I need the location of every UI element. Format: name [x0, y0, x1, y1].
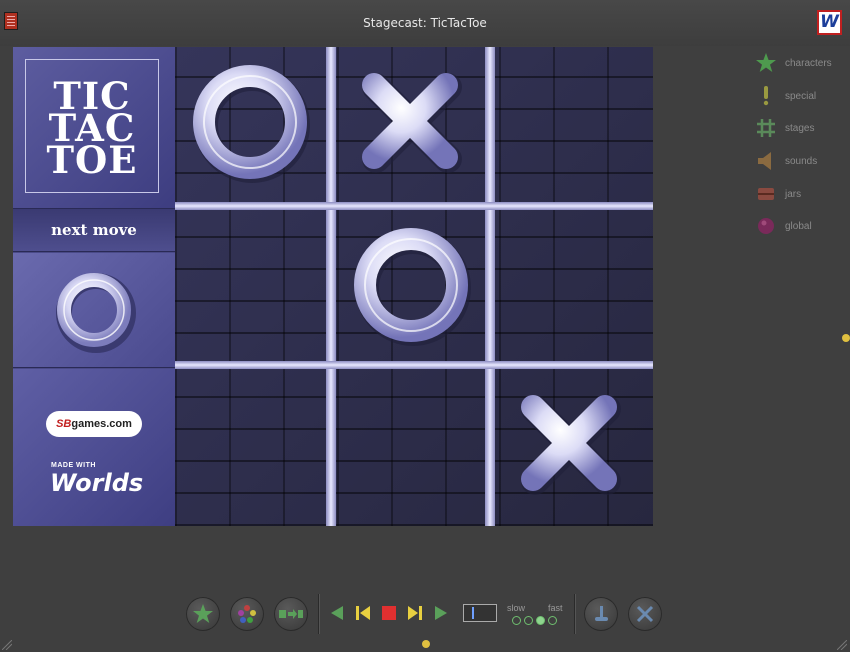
grid-line-v2: [485, 47, 495, 526]
x-piece-icon: [362, 73, 462, 173]
made-with-label: MADE WITH: [51, 462, 96, 469]
speaker-icon: [755, 150, 777, 172]
speed-level-2[interactable]: [524, 616, 533, 625]
sidebar-item-label: jars: [785, 188, 802, 200]
sidebar-item-sounds[interactable]: sounds: [755, 150, 817, 172]
resize-grip-icon[interactable]: [2, 640, 12, 650]
speed-slow-label: slow: [507, 603, 526, 613]
grid-icon: [755, 117, 777, 139]
next-piece-o-icon: [56, 273, 136, 353]
board-cell-3[interactable]: [495, 47, 645, 197]
resize-grip-icon[interactable]: [837, 640, 847, 650]
window-title: Stagecast: TicTacToe: [363, 16, 487, 30]
sidebar-item-global[interactable]: global: [755, 215, 812, 237]
sidebar-item-label: characters: [785, 57, 832, 69]
grid-line-v1: [326, 47, 336, 526]
stop-icon: [382, 606, 396, 620]
branding-panel: SBgames.com MADE WITH Worlds: [13, 369, 175, 526]
speed-fast-label: fast: [548, 603, 563, 613]
left-panel: TIC TAC TOE next move SBgames.com MADE W…: [13, 47, 175, 526]
grid-line-h1: [175, 202, 653, 210]
palette-icon: [238, 605, 256, 623]
speed-level-1[interactable]: [512, 616, 521, 625]
toolbar-separator: [574, 594, 575, 634]
stop-button[interactable]: [379, 603, 399, 623]
vacuum-icon: [595, 606, 608, 621]
globe-icon: [755, 215, 777, 237]
run-backward-button[interactable]: [327, 603, 347, 623]
game-logo: TIC TAC TOE: [13, 47, 175, 209]
board-cell-9[interactable]: [495, 369, 645, 519]
o-piece-icon: [354, 228, 471, 346]
vacuum-button[interactable]: [584, 597, 618, 631]
step-forward-button[interactable]: [405, 603, 425, 623]
board-cell-8[interactable]: [336, 369, 486, 519]
sidebar-item-special[interactable]: special: [755, 85, 816, 107]
play-icon: [435, 606, 447, 620]
logo-line-3: TOE: [46, 138, 138, 182]
sidebar-item-characters[interactable]: characters: [755, 52, 832, 74]
board-cell-7[interactable]: [175, 369, 325, 519]
appearance-editor-button[interactable]: [230, 597, 264, 631]
logo-title: TIC TAC TOE: [26, 78, 158, 182]
logo-frame: TIC TAC TOE: [25, 59, 159, 193]
rule-arrow-icon: [279, 609, 303, 619]
sbgames-logo[interactable]: SBgames.com: [46, 411, 142, 437]
hammer-icon: [636, 605, 654, 623]
exclamation-icon: [755, 85, 777, 107]
board-cell-4[interactable]: [175, 210, 325, 360]
sidebar-item-jars[interactable]: jars: [755, 183, 801, 205]
rule-editor-button[interactable]: [274, 597, 308, 631]
sidebar-item-label: special: [785, 90, 817, 102]
jar-icon: [755, 183, 777, 205]
bottom-scroll-knob[interactable]: [422, 640, 430, 648]
sidebar-item-label: global: [785, 220, 812, 232]
sidebar-item-stages[interactable]: stages: [755, 117, 814, 139]
speed-level-3[interactable]: [536, 616, 545, 625]
sidebar-item-label: stages: [785, 122, 815, 134]
side-scroll-knob[interactable]: [842, 334, 850, 342]
x-piece-icon: [521, 395, 621, 495]
board-cell-2[interactable]: [336, 47, 486, 197]
board-cell-1[interactable]: [175, 47, 325, 197]
new-character-button[interactable]: [186, 597, 220, 631]
hammer-button[interactable]: [628, 597, 662, 631]
worlds-logo: Worlds: [50, 469, 144, 497]
run-button[interactable]: [431, 603, 451, 623]
board-cell-5[interactable]: [336, 210, 486, 360]
worlds-logo-icon[interactable]: W: [817, 10, 842, 35]
frame-counter[interactable]: [463, 604, 497, 622]
grid-line-h2: [175, 361, 653, 369]
speed-level-4[interactable]: [548, 616, 557, 625]
next-move-label: next move: [13, 209, 175, 252]
star-icon: [193, 604, 213, 623]
step-back-button[interactable]: [353, 603, 373, 623]
step-forward-icon: [408, 606, 422, 620]
game-board: [175, 47, 653, 526]
toolbar-separator: [318, 594, 319, 634]
play-reverse-icon: [331, 606, 343, 620]
next-move-indicator: [13, 253, 175, 368]
step-back-icon: [356, 606, 370, 620]
sidebar-item-label: sounds: [785, 155, 818, 167]
o-piece-icon: [193, 65, 310, 183]
board-cell-6[interactable]: [495, 210, 645, 360]
star-icon: [755, 52, 777, 74]
